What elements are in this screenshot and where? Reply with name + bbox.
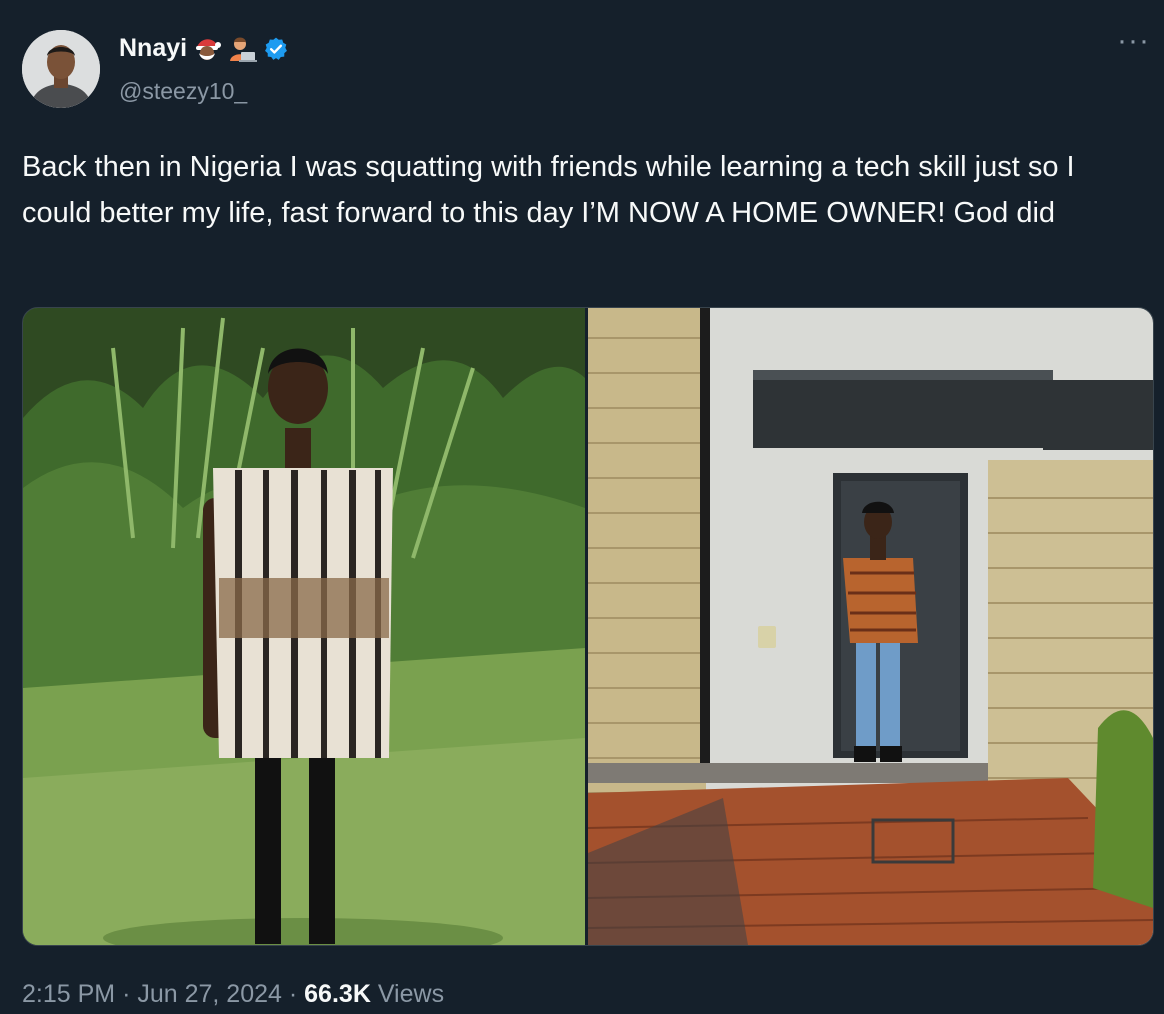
tweet-date[interactable]: Jun 27, 2024 <box>137 980 282 1008</box>
tweet-meta: 2:15 PM · Jun 27, 2024 · 66.3K Views <box>22 980 444 1009</box>
author-name-row: Nnayi <box>119 34 289 63</box>
santa-emoji-icon <box>193 35 222 63</box>
tweet-text: Back then in Nigeria I was squatting wit… <box>22 151 1075 229</box>
verified-badge-icon[interactable] <box>263 36 289 62</box>
technologist-emoji-icon <box>227 35 258 63</box>
avatar[interactable] <box>22 30 100 108</box>
more-horizontal-icon[interactable]: ··· <box>1117 26 1150 56</box>
tweet-media <box>22 307 1154 946</box>
photo-new-home[interactable] <box>588 308 1153 945</box>
views-label: Views <box>377 980 445 1008</box>
display-name[interactable]: Nnayi <box>119 34 187 63</box>
views-count: 66.3K <box>304 980 371 1008</box>
user-handle[interactable]: @steezy10_ <box>119 78 247 105</box>
tweet-time[interactable]: 2:15 PM <box>22 980 115 1008</box>
meta-separator: · <box>122 980 131 1008</box>
meta-separator: · <box>288 980 298 1008</box>
photo-garden[interactable] <box>23 308 588 945</box>
